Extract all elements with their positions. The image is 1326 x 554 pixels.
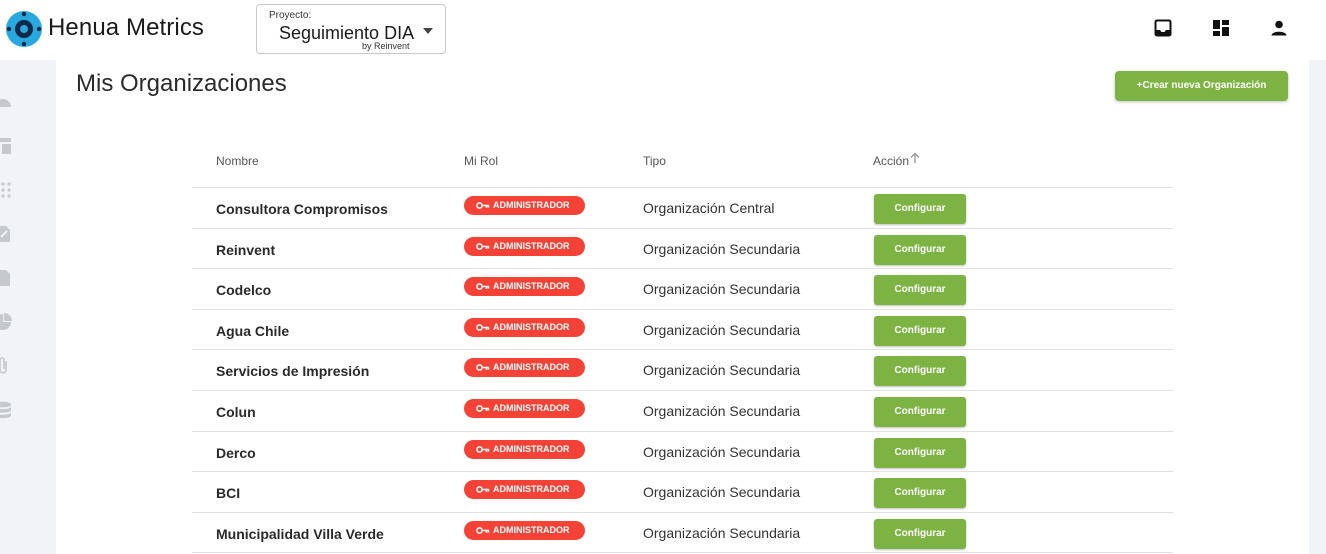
role-label: ADMINISTRADOR [493, 362, 570, 373]
page-title: Mis Organizaciones [76, 70, 287, 97]
role-label: ADMINISTRADOR [493, 240, 570, 251]
table-row: Codelco ADMINISTRADOR Organización Secunda… [192, 269, 1173, 310]
role-label: ADMINISTRADOR [493, 402, 570, 413]
configure-button[interactable]: Configurar [874, 315, 966, 346]
table-row: Agua Chile ADMINISTRADOR Organización Secu… [192, 310, 1173, 351]
key-icon [476, 202, 490, 209]
table-body: Consultora Compromisos ADMINISTRADOR Organ… [192, 188, 1173, 554]
role-label: ADMINISTRADOR [493, 524, 570, 535]
role-label: ADMINISTRADOR [493, 443, 570, 454]
organization-name: BCI [216, 485, 241, 502]
project-subtitle: by Reinvent [362, 41, 410, 51]
project-select[interactable]: Proyecto: Seguimiento DIA by Reinvent [256, 4, 446, 54]
organization-name: Derco [216, 444, 256, 461]
key-icon [476, 486, 490, 494]
role-badge: ADMINISTRADOR [464, 317, 585, 337]
sidebar [0, 60, 20, 554]
user-icon[interactable] [1269, 18, 1289, 38]
configure-button[interactable]: Configurar [874, 194, 966, 224]
attachment-icon[interactable] [0, 357, 12, 375]
table-row: Consultora Compromisos ADMINISTRADOR Organ… [192, 188, 1173, 229]
app-title: Henua Metrics [48, 14, 205, 41]
table-row: Colun ADMINISTRADOR Organización Secundari… [192, 391, 1173, 432]
organization-type: Organización Secundaria [643, 484, 801, 501]
key-icon [476, 242, 490, 250]
dashboard-icon[interactable] [1211, 18, 1231, 38]
organizations-card: Mis Organizaciones +Crear nueva Organiza… [56, 60, 1309, 554]
table-icon[interactable] [0, 137, 12, 155]
configure-button[interactable]: Configurar [874, 478, 966, 509]
column-header-name[interactable]: Nombre [216, 154, 259, 168]
table-header: Nombre Mi Rol Tipo Acción [192, 140, 1173, 188]
top-app-bar: Henua Metrics Proyecto: Seguimiento DIA … [0, 0, 1326, 60]
column-header-role[interactable]: Mi Rol [464, 154, 498, 168]
role-badge: ADMINISTRADOR [464, 398, 585, 418]
key-icon [476, 445, 490, 453]
organizations-table: Nombre Mi Rol Tipo Acción Consultora Com… [192, 140, 1173, 554]
organization-type: Organización Central [643, 200, 775, 216]
organization-name: Agua Chile [216, 322, 290, 339]
table-row: Derco ADMINISTRADOR Organización Secundari… [192, 432, 1173, 473]
role-label: ADMINISTRADOR [493, 281, 570, 292]
key-icon [476, 323, 490, 331]
role-badge: ADMINISTRADOR [464, 196, 585, 215]
pie-chart-icon[interactable] [0, 313, 12, 331]
organization-name: Consultora Compromisos [216, 201, 388, 217]
organization-name: Codelco [216, 282, 272, 299]
organization-type: Organización Secundaria [643, 281, 801, 298]
project-select-label: Proyecto: [269, 10, 312, 21]
role-badge: ADMINISTRADOR [464, 480, 585, 500]
organization-type: Organización Secundaria [643, 524, 801, 541]
organization-type: Organización Secundaria [643, 402, 801, 419]
organization-name: Servicios de Impresión [216, 363, 370, 380]
table-row: Servicios de Impresión ADMINISTRADOR Organ… [192, 350, 1173, 391]
role-label: ADMINISTRADOR [493, 321, 570, 332]
role-badge: ADMINISTRADOR [464, 439, 585, 459]
organization-type: Organización Secundaria [643, 321, 801, 338]
configure-button[interactable]: Configurar [874, 234, 966, 265]
inbox-icon[interactable] [1153, 18, 1173, 38]
role-label: ADMINISTRADOR [493, 484, 570, 495]
role-label: ADMINISTRADOR [493, 200, 570, 210]
configure-button[interactable]: Configurar [874, 396, 966, 427]
grid-dots-icon[interactable] [0, 181, 12, 199]
create-organization-button[interactable]: +Crear nueva Organización [1115, 71, 1288, 101]
column-header-action[interactable]: Acción [873, 154, 909, 168]
organization-type: Organización Secundaria [643, 443, 801, 460]
sort-arrow-up-icon[interactable] [908, 151, 922, 165]
document-icon[interactable] [0, 269, 12, 287]
table-row: Reinvent ADMINISTRADOR Organización Secund… [192, 229, 1173, 270]
role-badge: ADMINISTRADOR [464, 277, 585, 297]
key-icon [476, 283, 490, 291]
table-row: Municipalidad Villa Verde ADMINISTRADOR Or… [192, 513, 1173, 554]
column-header-type[interactable]: Tipo [643, 154, 666, 168]
organization-name: Colun [216, 403, 256, 420]
configure-button[interactable]: Configurar [874, 437, 966, 468]
organization-type: Organización Secundaria [643, 362, 801, 379]
organization-type: Organización Secundaria [643, 240, 801, 257]
organization-name: Reinvent [216, 241, 276, 258]
configure-button[interactable]: Configurar [874, 356, 966, 387]
role-badge: ADMINISTRADOR [464, 236, 585, 256]
caret-down-icon [423, 28, 433, 34]
role-badge: ADMINISTRADOR [464, 520, 585, 540]
edit-document-icon[interactable] [0, 225, 12, 243]
table-row: BCI ADMINISTRADOR Organización Secundaria C… [192, 472, 1173, 513]
configure-button[interactable]: Configurar [874, 518, 966, 549]
organization-name: Municipalidad Villa Verde [216, 525, 384, 542]
role-badge: ADMINISTRADOR [464, 358, 585, 378]
app-logo-icon [6, 11, 42, 47]
key-icon [476, 526, 490, 534]
database-icon[interactable] [0, 401, 12, 419]
key-icon [476, 405, 490, 412]
configure-button[interactable]: Configurar [874, 275, 966, 306]
key-icon [476, 364, 490, 372]
speed-icon[interactable] [0, 93, 12, 111]
